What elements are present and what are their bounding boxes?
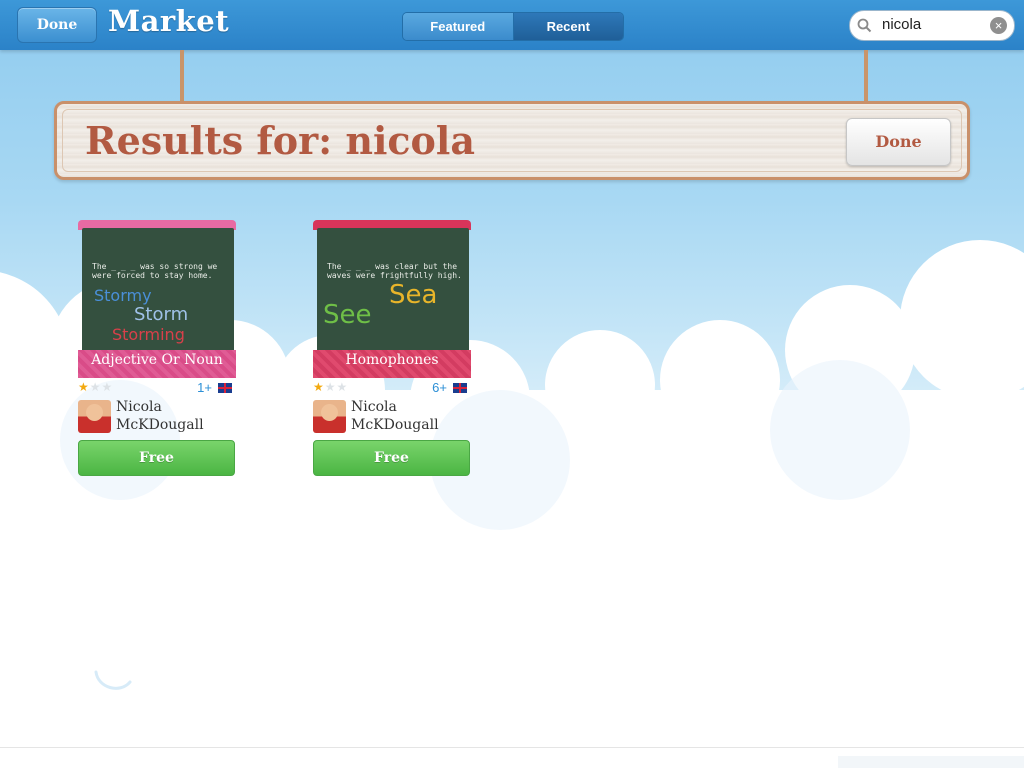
uk-flag-icon <box>218 383 232 393</box>
star-icon: ★ <box>324 380 337 394</box>
star-icon: ★ <box>313 380 325 394</box>
product-meta: ★★★ 1+ <box>78 380 234 400</box>
author-name: Nicola McKDougall <box>116 399 204 433</box>
sign-rope-left <box>180 50 184 105</box>
product-meta: ★★★ 6+ <box>313 380 469 400</box>
done-button[interactable]: Done <box>17 7 97 43</box>
author-info: Nicola McKDougall <box>78 399 238 436</box>
uk-flag-icon <box>453 383 467 393</box>
search-input[interactable]: nicola <box>882 16 921 33</box>
avatar <box>313 400 346 433</box>
footer-strip <box>838 756 1024 768</box>
age-rating: 6+ <box>432 380 447 395</box>
product-title: Homophones <box>345 352 439 368</box>
star-icon: ★ <box>89 380 102 394</box>
age-rating: 1+ <box>197 380 212 395</box>
star-icon: ★ <box>78 380 90 394</box>
chalk-word: Stormy <box>94 286 152 305</box>
chalk-word: Sea <box>389 280 438 310</box>
get-free-button[interactable]: Free <box>78 440 235 476</box>
rating-stars: ★★★ <box>313 380 348 394</box>
star-icon: ★ <box>101 380 114 394</box>
chalk-word: See <box>323 300 372 330</box>
author-name: Nicola McKDougall <box>351 399 439 433</box>
book-cover[interactable]: The _ _ _ was clear but the waves were f… <box>313 220 473 378</box>
chalk-word: Storm <box>134 304 189 325</box>
footer-divider <box>0 747 1024 748</box>
top-bar: Done Market Featured Recent nicola × <box>0 0 1024 50</box>
product-card[interactable]: The _ _ _ was so strong we were forced t… <box>78 220 238 480</box>
product-title: Adjective Or Noun <box>91 352 223 368</box>
product-card[interactable]: The _ _ _ was clear but the waves were f… <box>313 220 473 480</box>
clear-icon[interactable]: × <box>990 17 1007 34</box>
get-free-button[interactable]: Free <box>313 440 470 476</box>
loading-spinner-icon <box>94 670 132 690</box>
author-info: Nicola McKDougall <box>313 399 473 436</box>
avatar <box>78 400 111 433</box>
search-field[interactable]: nicola × <box>849 10 1015 41</box>
results-heading: Results for: nicola <box>85 118 475 163</box>
chalk-sentence: The _ _ _ was clear but the waves were f… <box>327 262 462 280</box>
results-done-button[interactable]: Done <box>846 118 951 166</box>
app-title: Market <box>108 4 230 38</box>
search-icon <box>857 18 872 33</box>
star-icon: ★ <box>336 380 349 394</box>
book-cover[interactable]: The _ _ _ was so strong we were forced t… <box>78 220 238 378</box>
rating-stars: ★★★ <box>78 380 113 394</box>
chalk-word: Storming <box>112 325 185 344</box>
chalk-sentence: The _ _ _ was so strong we were forced t… <box>92 262 218 280</box>
segmented-control: Featured Recent <box>402 12 624 41</box>
results-sign: Results for: nicola Done <box>54 101 970 180</box>
tab-recent[interactable]: Recent <box>513 13 623 40</box>
sign-rope-right <box>864 50 868 105</box>
tab-featured[interactable]: Featured <box>403 13 514 40</box>
